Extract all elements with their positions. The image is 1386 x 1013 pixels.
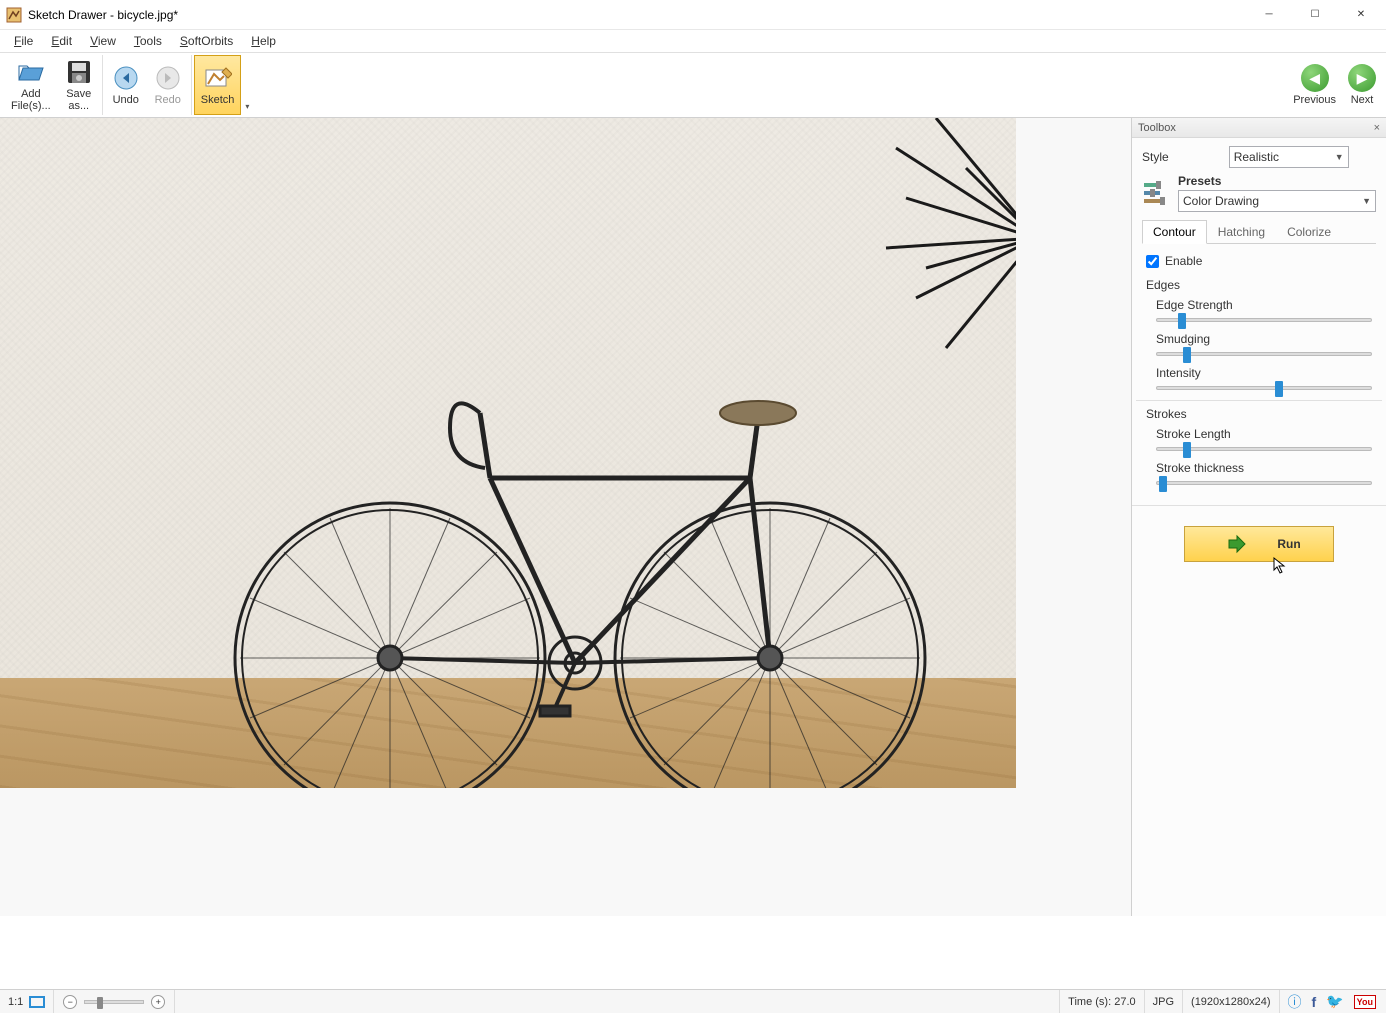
toolbar: Add File(s)... Save as... Undo Redo Sket… <box>0 52 1386 118</box>
zoom-in-button[interactable]: + <box>151 995 165 1009</box>
next-button[interactable]: ▶ Next <box>1342 55 1382 115</box>
menu-edit[interactable]: Edit <box>43 32 80 50</box>
next-label: Next <box>1351 94 1374 106</box>
presets-icon <box>1142 179 1170 207</box>
previous-label: Previous <box>1293 94 1336 106</box>
menu-view[interactable]: View <box>82 32 124 50</box>
add-files-label: Add File(s)... <box>11 88 51 112</box>
zoom-out-button[interactable]: − <box>63 995 77 1009</box>
save-icon <box>66 59 92 85</box>
minimize-button[interactable]: ─ <box>1246 0 1292 30</box>
twitter-icon[interactable]: 🐦 <box>1326 993 1343 1010</box>
menu-tools[interactable]: Tools <box>126 32 170 50</box>
arrow-right-icon: ▶ <box>1348 64 1376 92</box>
tab-contour[interactable]: Contour <box>1142 220 1207 244</box>
toolbox-close-icon[interactable]: × <box>1374 122 1380 134</box>
save-as-label: Save as... <box>66 88 91 112</box>
redo-icon <box>155 65 181 91</box>
status-bar: 1:1 − + Time (s): 27.0 JPG (1920x1280x24… <box>0 989 1386 1013</box>
canvas-area[interactable] <box>0 118 1131 916</box>
edge-strength-label: Edge Strength <box>1156 298 1372 312</box>
smudging-slider[interactable] <box>1156 352 1372 356</box>
undo-icon <box>113 65 139 91</box>
chevron-down-icon: ▼ <box>1335 152 1344 162</box>
arrow-left-icon: ◀ <box>1301 64 1329 92</box>
undo-button[interactable]: Undo <box>105 55 147 115</box>
facebook-icon[interactable]: f <box>1312 994 1317 1010</box>
style-label: Style <box>1142 150 1169 164</box>
bicycle-sketch <box>0 118 1016 788</box>
run-button[interactable]: Run <box>1184 526 1334 562</box>
stroke-length-slider[interactable] <box>1156 447 1372 451</box>
maximize-button[interactable]: ☐ <box>1292 0 1338 30</box>
status-time: Time (s): 27.0 <box>1060 990 1144 1013</box>
status-format: JPG <box>1145 990 1183 1013</box>
redo-label: Redo <box>155 94 181 106</box>
stroke-thickness-label: Stroke thickness <box>1156 461 1372 475</box>
cursor-icon <box>1272 556 1290 574</box>
add-files-button[interactable]: Add File(s)... <box>4 55 58 115</box>
intensity-label: Intensity <box>1156 366 1372 380</box>
toolbox-panel: Toolbox × Style Realistic ▼ Presets Colo… <box>1131 118 1386 916</box>
redo-button[interactable]: Redo <box>147 55 189 115</box>
style-select[interactable]: Realistic ▼ <box>1229 146 1349 168</box>
toolbox-title: Toolbox <box>1138 122 1176 134</box>
stroke-length-label: Stroke Length <box>1156 427 1372 441</box>
edges-section: Edges <box>1146 278 1372 292</box>
zoom-ratio[interactable]: 1:1 <box>8 996 23 1008</box>
window-title: Sketch Drawer - bicycle.jpg* <box>28 8 1246 22</box>
toolbox-header: Toolbox × <box>1132 118 1386 138</box>
sketch-button[interactable]: Sketch <box>194 55 242 115</box>
menu-bar: File Edit View Tools SoftOrbits Help <box>0 30 1386 52</box>
toolbox-tabs: Contour Hatching Colorize <box>1142 220 1376 244</box>
chevron-down-icon: ▼ <box>1362 196 1371 206</box>
edge-strength-slider[interactable] <box>1156 318 1372 322</box>
intensity-slider[interactable] <box>1156 386 1372 390</box>
smudging-label: Smudging <box>1156 332 1372 346</box>
info-icon[interactable]: ⓘ <box>1288 992 1302 1012</box>
strokes-section: Strokes <box>1146 407 1372 421</box>
tab-hatching[interactable]: Hatching <box>1207 220 1276 243</box>
close-button[interactable]: ✕ <box>1338 0 1384 30</box>
menu-help[interactable]: Help <box>243 32 284 50</box>
status-dimensions: (1920x1280x24) <box>1183 990 1280 1013</box>
run-arrow-icon <box>1227 534 1247 554</box>
youtube-icon[interactable]: You <box>1354 995 1376 1009</box>
title-bar: Sketch Drawer - bicycle.jpg* ─ ☐ ✕ <box>0 0 1386 30</box>
tab-colorize[interactable]: Colorize <box>1276 220 1342 243</box>
presets-select[interactable]: Color Drawing ▼ <box>1178 190 1376 212</box>
folder-open-icon <box>17 58 45 86</box>
app-icon <box>6 7 22 23</box>
fit-screen-icon[interactable] <box>29 996 45 1008</box>
presets-value: Color Drawing <box>1183 194 1259 208</box>
zoom-slider[interactable] <box>84 1000 144 1004</box>
sketch-label: Sketch <box>201 94 235 106</box>
menu-file[interactable]: File <box>6 32 41 50</box>
save-as-button[interactable]: Save as... <box>58 55 100 115</box>
undo-label: Undo <box>113 94 139 106</box>
enable-label: Enable <box>1165 254 1202 268</box>
canvas-image <box>0 118 1016 788</box>
run-label: Run <box>1277 537 1300 551</box>
sketch-dropdown[interactable]: ▾ <box>241 55 253 115</box>
style-value: Realistic <box>1234 150 1279 164</box>
stroke-thickness-slider[interactable] <box>1156 481 1372 485</box>
presets-label: Presets <box>1178 174 1376 188</box>
sketch-icon <box>204 66 232 90</box>
menu-softorbits[interactable]: SoftOrbits <box>172 32 241 50</box>
enable-checkbox[interactable] <box>1146 255 1159 268</box>
previous-button[interactable]: ◀ Previous <box>1287 55 1342 115</box>
